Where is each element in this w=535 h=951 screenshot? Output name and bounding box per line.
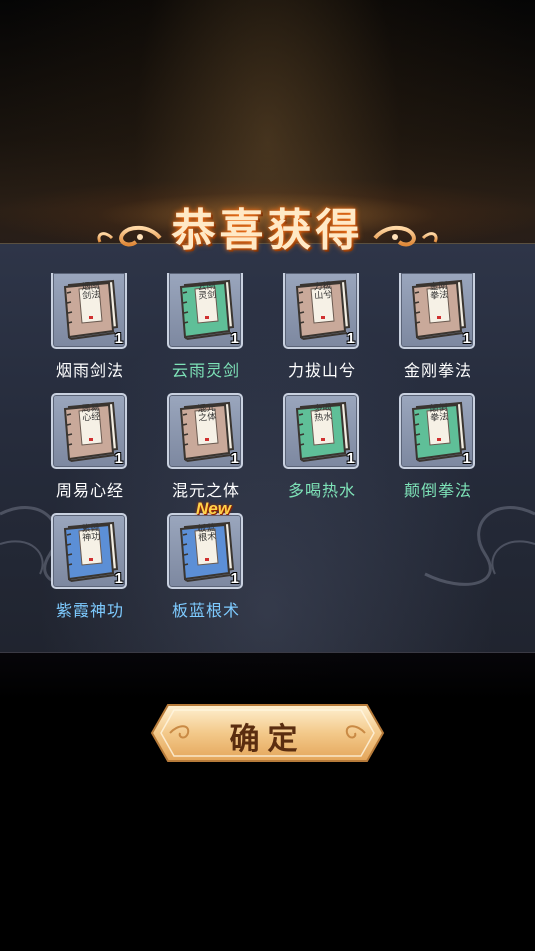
reward-item[interactable]: 颠倒拳法 1 颠倒拳法 [380, 393, 496, 503]
item-name: 周易心经 [55, 481, 124, 500]
item-name: 力拔山兮 [287, 361, 356, 380]
title-banner: 恭喜获得 [0, 190, 535, 260]
book-cover-text: 颠倒拳法 [429, 403, 449, 424]
reward-item[interactable]: 周易心经 1 周易心经 [32, 393, 148, 503]
item-icon-frame: 烟雨剑法 1 [51, 273, 127, 349]
item-name: 多喝热水 [287, 481, 356, 500]
item-quantity: 1 [114, 330, 123, 347]
item-icon-frame: 多喝热水 1 [283, 393, 359, 469]
reward-item[interactable]: 紫霞神功 1 紫霞神功 [32, 513, 148, 623]
item-icon-frame: 周易心经 1 [51, 393, 127, 469]
item-quantity: 1 [346, 330, 355, 347]
reward-item[interactable]: 云雨灵剑 1 云雨灵剑 [148, 273, 264, 383]
new-badge: New [196, 499, 231, 518]
item-icon-frame: 颠倒拳法 1 [399, 393, 475, 469]
book-cover-text: 金刚拳法 [429, 281, 449, 302]
item-name: 烟雨剑法 [55, 361, 124, 380]
item-icon-frame: 混元之体 1 [167, 393, 243, 469]
item-quantity: 1 [230, 450, 239, 467]
book-cover-text: 烟雨剑法 [81, 281, 101, 302]
item-quantity: 1 [462, 450, 471, 467]
item-name: 颠倒拳法 [403, 481, 472, 500]
item-name: 云雨灵剑 [171, 361, 240, 380]
book-cover-text: 混元之体 [197, 403, 217, 424]
confirm-button[interactable]: 确定 [150, 702, 385, 764]
book-cover-text: 紫霞神功 [81, 523, 101, 544]
reward-item[interactable]: 多喝热水 1 多喝热水 [264, 393, 380, 503]
item-icon-frame: 紫霞神功 1 [51, 513, 127, 589]
item-quantity: 1 [230, 570, 239, 587]
item-quantity: 1 [462, 330, 471, 347]
reward-screen: 恭喜获得 烟雨剑法 1 烟雨剑法 云雨灵剑 1 云雨灵剑 力拔山兮 1 力拔山兮 金刚拳法 1 金刚拳… [0, 0, 535, 951]
reward-item[interactable]: 力拔山兮 1 力拔山兮 [264, 273, 380, 383]
item-name: 混元之体 [171, 481, 240, 500]
reward-item[interactable]: 金刚拳法 1 金刚拳法 [380, 273, 496, 383]
reward-item[interactable]: 板蓝根术 1 New 板蓝根术 [148, 499, 264, 623]
reward-item[interactable]: 烟雨剑法 1 烟雨剑法 [32, 273, 148, 383]
item-quantity: 1 [114, 570, 123, 587]
item-icon-frame: 板蓝根术 1 [167, 513, 243, 589]
book-cover-text: 多喝热水 [313, 403, 333, 424]
item-name: 板蓝根术 [171, 601, 240, 620]
item-icon-frame: 云雨灵剑 1 [167, 273, 243, 349]
book-cover-text: 板蓝根术 [197, 523, 217, 544]
item-icon-frame: 金刚拳法 1 [399, 273, 475, 349]
item-name: 金刚拳法 [403, 361, 472, 380]
book-cover-text: 云雨灵剑 [197, 281, 217, 302]
item-name: 紫霞神功 [55, 601, 124, 620]
book-cover-text: 周易心经 [81, 403, 101, 424]
item-icon-frame: 力拔山兮 1 [283, 273, 359, 349]
item-quantity: 1 [230, 330, 239, 347]
reward-item[interactable]: 混元之体 1 混元之体 [148, 393, 264, 503]
item-quantity: 1 [346, 450, 355, 467]
confirm-button-label: 确定 [229, 722, 306, 757]
dialog-title: 恭喜获得 [171, 205, 364, 256]
item-quantity: 1 [114, 450, 123, 467]
book-cover-text: 力拔山兮 [313, 281, 333, 302]
